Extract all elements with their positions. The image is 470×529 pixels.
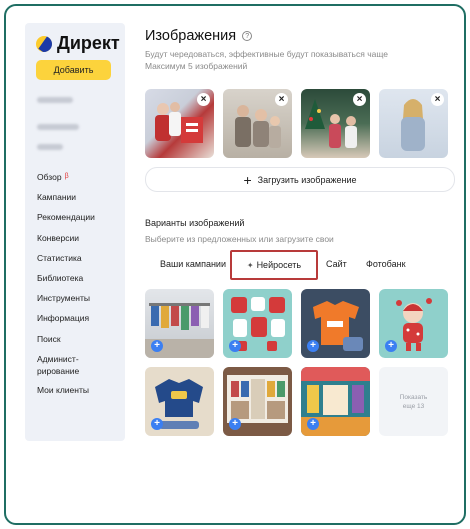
tab-your-campaigns[interactable]: Ваши кампании <box>160 259 226 269</box>
variant-image[interactable]: + <box>379 289 448 358</box>
add-image-icon[interactable]: + <box>307 418 319 430</box>
variants-title: Варианты изображений <box>145 218 245 228</box>
show-more-button[interactable]: Показать еще 13 <box>379 367 448 436</box>
sidebar-item-info[interactable]: Информация <box>37 312 99 332</box>
logo[interactable]: Директ <box>36 33 120 54</box>
selected-image: × <box>145 89 214 158</box>
tab-neuro[interactable]: ✦ Нейросеть <box>230 250 318 280</box>
upload-image-label: Загрузить изображение <box>257 174 357 185</box>
remove-image-icon[interactable]: × <box>197 93 210 106</box>
add-image-icon[interactable]: + <box>307 340 319 352</box>
sidebar-item-overview[interactable]: Обзор β <box>37 171 99 191</box>
selected-images: × × × × <box>145 89 448 158</box>
direct-logo-icon <box>36 35 52 52</box>
tab-photobank[interactable]: Фотобанк <box>366 259 406 269</box>
images-hint: Будут чередоваться, эффективные будут по… <box>145 49 388 71</box>
sidebar-item-my-clients[interactable]: Мои клиенты <box>37 384 99 404</box>
tab-site[interactable]: Сайт <box>326 259 347 269</box>
sidebar-item-tools[interactable]: Инструменты <box>37 292 99 312</box>
logo-text: Директ <box>57 33 120 53</box>
account-name-blurred <box>37 97 73 103</box>
add-button[interactable]: Добавить <box>36 60 111 80</box>
account-balance-blurred <box>37 144 63 150</box>
screenshot-frame: Директ Добавить Обзор β Кампании Рекоменд… <box>4 4 466 525</box>
sidebar-nav: Обзор β Кампании Рекомендации Конверсии С… <box>37 171 99 404</box>
variants-subtitle: Выберите из предложенных или загрузите с… <box>145 234 334 244</box>
plus-icon: + <box>243 171 252 188</box>
add-image-icon[interactable]: + <box>229 340 241 352</box>
variant-image[interactable]: + <box>223 367 292 436</box>
variant-image[interactable]: + <box>301 367 370 436</box>
account-id-blurred <box>37 124 79 130</box>
help-icon[interactable]: ? <box>242 31 253 41</box>
variant-image[interactable]: + <box>145 289 214 358</box>
sidebar: Директ Добавить Обзор β Кампании Рекоменд… <box>25 23 125 441</box>
upload-image-button[interactable]: + Загрузить изображение <box>145 167 455 192</box>
add-image-icon[interactable]: + <box>151 418 163 430</box>
remove-image-icon[interactable]: × <box>353 93 366 106</box>
selected-image: × <box>223 89 292 158</box>
page-title: Изображения <box>145 28 237 44</box>
sidebar-item-conversions[interactable]: Конверсии <box>37 232 99 252</box>
sidebar-item-campaigns[interactable]: Кампании <box>37 191 99 211</box>
sidebar-item-search[interactable]: Поиск <box>37 333 99 353</box>
selected-image: × <box>301 89 370 158</box>
remove-image-icon[interactable]: × <box>431 93 444 106</box>
add-image-icon[interactable]: + <box>385 340 397 352</box>
beta-badge: β <box>64 173 69 180</box>
remove-image-icon[interactable]: × <box>275 93 288 106</box>
sidebar-item-administration[interactable]: Админист­рирование <box>37 353 99 384</box>
sidebar-item-statistics[interactable]: Статистика <box>37 252 99 272</box>
sparkle-icon: ✦ <box>246 260 254 270</box>
selected-image: × <box>379 89 448 158</box>
variant-image[interactable]: + <box>145 367 214 436</box>
image-source-tabs: Ваши кампании ✦ Нейросеть Сайт Фотобанк <box>145 250 455 280</box>
sidebar-item-recommendations[interactable]: Рекомендации <box>37 211 99 231</box>
main-content: Изображения ? Будут чередоваться, эффект… <box>145 28 457 436</box>
add-image-icon[interactable]: + <box>151 340 163 352</box>
sidebar-item-library[interactable]: Библиотека <box>37 272 99 292</box>
variant-image[interactable]: + <box>223 289 292 358</box>
variant-image[interactable]: + <box>301 289 370 358</box>
add-image-icon[interactable]: + <box>229 418 241 430</box>
